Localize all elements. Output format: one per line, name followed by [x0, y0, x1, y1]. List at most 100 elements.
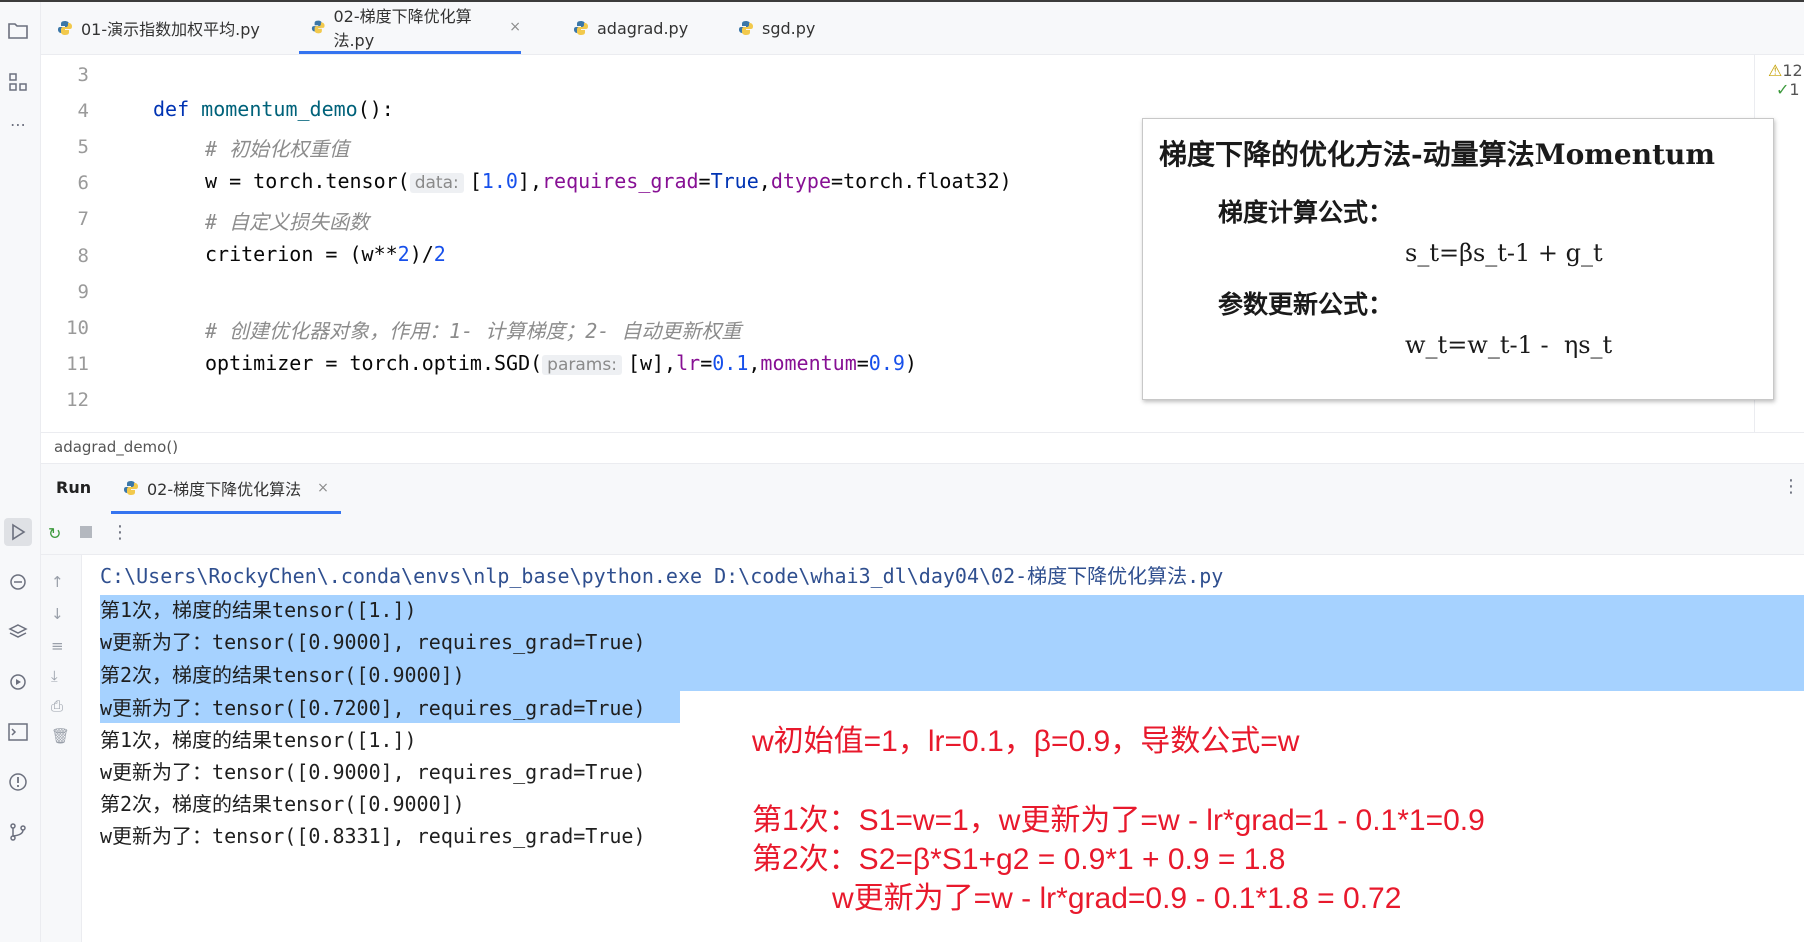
code-kwarg: requires_grad: [542, 169, 699, 193]
console-line: 第1次，梯度的结果tensor([1.]): [100, 598, 417, 622]
code-text: =: [700, 351, 713, 375]
code-text: ): [904, 351, 917, 375]
scroll-up-icon[interactable]: ↑: [51, 573, 64, 591]
python-file-icon: [574, 21, 588, 35]
line-number: 4: [77, 100, 89, 122]
line-number: 7: [77, 208, 89, 230]
code-number: 2: [397, 242, 410, 266]
annotation-step1: 第1次：S1=w=1，w更新为了=w - lr*grad=1 - 0.1*1=0…: [752, 804, 1485, 837]
git-icon[interactable]: [4, 818, 32, 846]
scroll-to-end-icon[interactable]: ⤓: [51, 667, 58, 685]
code-line-11: # 创建优化器对象，作用：1- 计算梯度；2- 自动更新权重: [205, 315, 741, 344]
terminal-icon[interactable]: [4, 718, 32, 746]
code-kwarg: lr: [676, 351, 701, 375]
more-icon[interactable]: ⋯: [4, 110, 32, 138]
rerun-icon[interactable]: ↻: [48, 524, 61, 543]
run-icon[interactable]: [4, 518, 32, 546]
line-number: 9: [77, 281, 89, 303]
tab-label: 02-梯度下降优化算法.py: [333, 6, 472, 50]
keyword: def: [153, 97, 190, 121]
code-line-12: optimizer = torch.optim.SGD(params: [w],l…: [205, 351, 917, 375]
run-config-tab[interactable]: 02-梯度下降优化算法 ×: [111, 464, 341, 514]
function-name: momentum_demo: [201, 97, 358, 121]
tab-label: 01-演示指数加权平均.py: [81, 20, 260, 39]
code-comment: # 自定义损失函数: [205, 210, 370, 234]
check-icon: ✓: [1776, 80, 1790, 99]
services-icon[interactable]: [4, 668, 32, 696]
code-comment: # 初始化权重值: [205, 137, 350, 161]
line-number: 6: [77, 172, 89, 194]
code-text: =torch.float32): [831, 169, 1012, 193]
layers-icon[interactable]: [4, 618, 32, 646]
code-text: optimizer = torch.optim.SGD(: [205, 351, 543, 375]
console-line: 第1次，梯度的结果tensor([1.]): [100, 728, 417, 752]
code-text: =: [698, 169, 711, 193]
line-number: 11: [66, 353, 89, 375]
code-line-9: criterion = (w**2)/2: [205, 242, 446, 266]
line-number: 5: [77, 136, 89, 158]
warning-count: 12: [1782, 61, 1803, 80]
console-line: w更新为了：tensor([0.9000], requires_grad=Tru…: [100, 630, 646, 654]
console-line: 第2次，梯度的结果tensor([0.9000]): [100, 792, 465, 816]
warning-icon: ⚠: [1768, 61, 1783, 80]
run-tab-label: 02-梯度下降优化算法: [147, 479, 302, 499]
annotation-step2-update: w更新为了=w - lr*grad=0.9 - 0.1*1.8 = 0.72: [832, 882, 1402, 915]
breadcrumb[interactable]: adagrad_demo(): [54, 438, 178, 456]
editor-tab-bar: 01-演示指数加权平均.py 02-梯度下降优化算法.py × adagrad.…: [41, 2, 1804, 55]
problems-icon[interactable]: [4, 768, 32, 796]
breadcrumb-bar: adagrad_demo(): [41, 432, 1804, 463]
code-line-8: # 自定义损失函数: [205, 206, 369, 235]
grad-formula: s_t=βs_t-1 + g_t: [1405, 239, 1603, 267]
code-line-4: def momentum_demo():: [153, 97, 394, 121]
code-text: ,: [758, 169, 771, 193]
tab-label: sgd.py: [762, 18, 816, 38]
code-text: [w],: [627, 351, 677, 375]
tab-01-ewma[interactable]: 01-演示指数加权平均.py: [57, 2, 260, 54]
code-number: 1.0: [481, 169, 518, 193]
code-text: [: [469, 169, 482, 193]
close-tab-icon[interactable]: ×: [509, 19, 521, 35]
code-comment: # 创建优化器对象，作用：1- 计算梯度；2- 自动更新权重: [205, 319, 742, 343]
scroll-down-icon[interactable]: ↓: [51, 605, 64, 623]
console-line: w更新为了：tensor([0.7200], requires_grad=Tru…: [100, 696, 646, 720]
close-tab-icon[interactable]: ×: [317, 480, 329, 496]
more-actions-icon[interactable]: ⋮: [111, 522, 129, 543]
grad-formula-label: 梯度计算公式：: [1218, 198, 1394, 227]
param-hint: params:: [542, 355, 622, 375]
keyword: True: [710, 169, 759, 193]
console-line: C:\Users\RockyChen\.conda\envs\nlp_base\…: [100, 564, 1224, 588]
folder-icon[interactable]: [4, 16, 32, 44]
code-number: 0.9: [868, 351, 905, 375]
stop-icon[interactable]: [79, 524, 93, 543]
code-line-6: w = torch.tensor(data: [1.0],requires_gra…: [205, 169, 1012, 193]
code-kwarg: dtype: [770, 169, 832, 193]
console-line: w更新为了：tensor([0.9000], requires_grad=Tru…: [100, 760, 646, 784]
python-console-icon[interactable]: [4, 568, 32, 596]
code-text: criterion = (w**: [205, 242, 398, 266]
trash-icon[interactable]: 🗑: [51, 727, 70, 745]
code-number: 0.1: [712, 351, 749, 375]
inspection-widget[interactable]: ⚠12 ✓1: [1768, 61, 1804, 99]
tab-sgd[interactable]: sgd.py: [738, 2, 815, 54]
line-number: 10: [66, 317, 89, 339]
line-number: 12: [66, 389, 89, 411]
tab-adagrad[interactable]: adagrad.py: [573, 2, 688, 54]
tab-02-gradient-descent[interactable]: 02-梯度下降优化算法.py ×: [299, 2, 521, 54]
structure-icon[interactable]: [4, 68, 32, 96]
options-icon[interactable]: ⋮: [1782, 476, 1800, 497]
code-text: ,: [748, 351, 761, 375]
run-tool-window-header: Run 02-梯度下降优化算法 × ⋮: [41, 463, 1804, 514]
update-formula-label: 参数更新公式：: [1218, 290, 1394, 319]
run-toolbar: ↻ ⋮: [41, 514, 1804, 555]
tab-label: adagrad.py: [597, 18, 689, 38]
param-hint: data:: [409, 173, 464, 193]
python-file-icon: [58, 21, 72, 35]
console-line: 第2次，梯度的结果tensor([0.9000]): [100, 663, 465, 687]
print-icon[interactable]: ⎙: [51, 697, 63, 715]
update-formula: w_t=w_t-1 - ηs_t: [1405, 331, 1613, 359]
code-text: )/: [409, 242, 434, 266]
code-text: w = torch.tensor(: [205, 169, 410, 193]
python-file-icon: [311, 20, 325, 33]
soft-wrap-icon[interactable]: ≡: [51, 637, 64, 655]
python-file-icon: [739, 21, 753, 35]
